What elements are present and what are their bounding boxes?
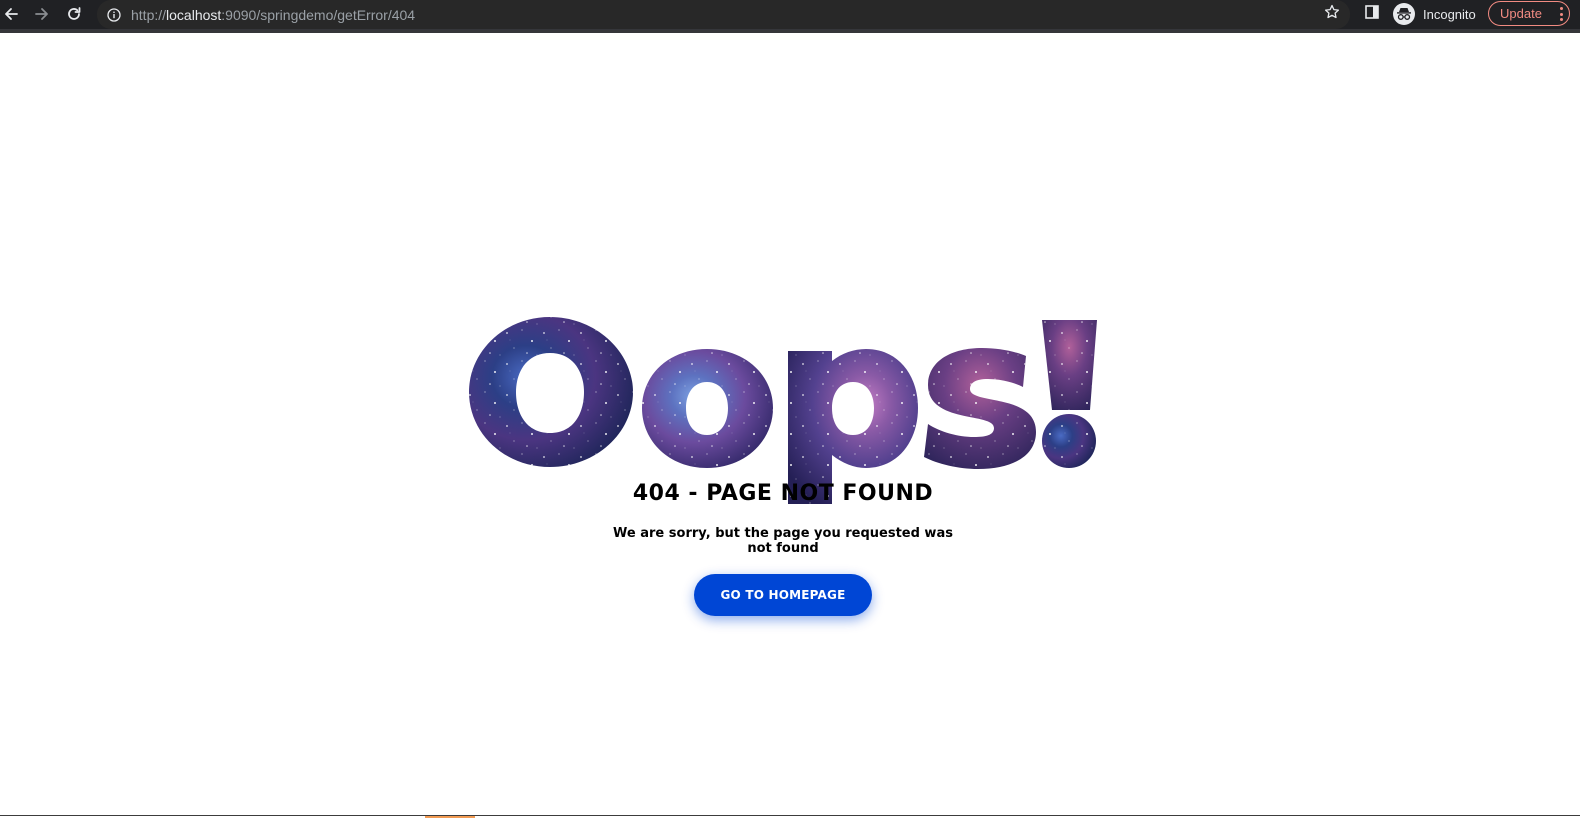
update-label: Update — [1500, 6, 1542, 21]
update-button[interactable]: Update — [1488, 1, 1570, 26]
error-page: 404 - PAGE NOT FOUND We are sorry, but t… — [0, 33, 1580, 815]
info-icon[interactable] — [106, 7, 122, 23]
bookmark-star-button[interactable] — [1322, 4, 1342, 24]
arrow-right-icon — [34, 6, 50, 22]
incognito-label: Incognito — [1423, 6, 1476, 22]
reload-button[interactable] — [63, 3, 85, 25]
oops-letter-o — [642, 349, 773, 468]
star-icon — [1324, 4, 1340, 24]
arrow-left-icon — [3, 6, 19, 22]
incognito-icon — [1393, 3, 1415, 25]
oops-hero-text — [466, 265, 1106, 504]
oops-letter-s — [924, 348, 1036, 469]
url-host: localhost — [166, 6, 222, 23]
browser-toolbar: http://localhost:9090/springdemo/getErro… — [0, 0, 1580, 33]
oops-letter-o-capital — [469, 317, 633, 467]
side-panel-button[interactable] — [1362, 4, 1382, 24]
side-panel-icon — [1364, 4, 1380, 24]
error-title: 404 - PAGE NOT FOUND — [632, 481, 934, 506]
back-button[interactable] — [0, 3, 22, 25]
taskbar-accent — [425, 816, 475, 818]
go-to-homepage-button[interactable]: GO TO HOMEPAGE — [694, 574, 872, 616]
url-text: http://localhost:9090/springdemo/getErro… — [131, 7, 415, 23]
error-message: We are sorry, but the page you requested… — [613, 526, 953, 556]
address-bar[interactable]: http://localhost:9090/springdemo/getErro… — [97, 0, 1350, 29]
reload-icon — [66, 6, 82, 22]
url-path: :9090/springdemo/getError/404 — [221, 6, 416, 23]
oops-galaxy-graphic — [469, 317, 1097, 504]
more-vert-icon — [1559, 7, 1563, 21]
forward-button[interactable] — [31, 3, 53, 25]
incognito-profile[interactable]: Incognito — [1393, 3, 1476, 25]
url-scheme: http:// — [131, 6, 167, 23]
oops-exclamation — [1042, 320, 1097, 468]
